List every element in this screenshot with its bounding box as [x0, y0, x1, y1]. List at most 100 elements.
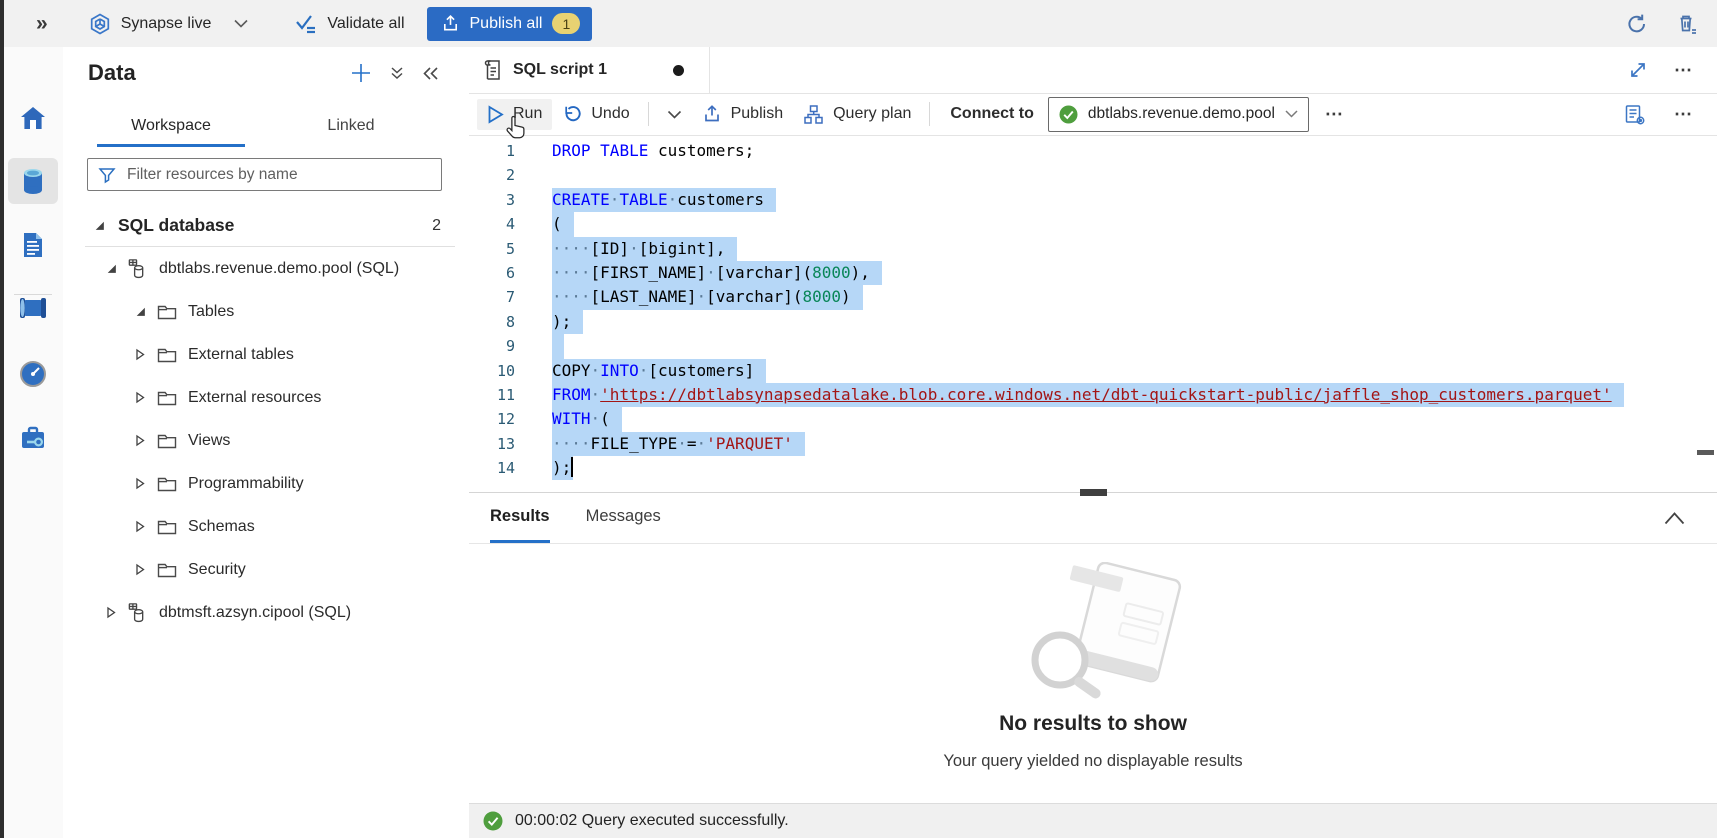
tab-label: SQL script 1	[513, 61, 607, 79]
tree-item-sql-database[interactable]: SQL database2	[63, 204, 469, 247]
nav-data-icon[interactable]	[8, 158, 58, 204]
properties-icon[interactable]	[1623, 103, 1646, 126]
scrollbar-cursor-marker[interactable]	[1697, 450, 1714, 455]
empty-results-subtitle: Your query yielded no displayable result…	[469, 752, 1717, 771]
code-line-3[interactable]: 3CREATE·TABLE·customers	[469, 188, 1717, 212]
tree-item-label: Programmability	[188, 475, 304, 493]
nav-monitor-icon[interactable]	[8, 300, 58, 344]
line-number: 4	[469, 212, 515, 236]
twisty-collapsed-icon[interactable]	[133, 434, 147, 448]
folder-icon	[155, 515, 178, 538]
publish-all-button[interactable]: Publish all 1	[427, 7, 593, 41]
resource-filter	[87, 158, 442, 191]
line-content: ····[FIRST_NAME]·[varchar](8000),	[552, 261, 882, 285]
tab-sql-script-1[interactable]: SQL script 1	[469, 47, 710, 93]
connect-to-label: Connect to	[950, 105, 1034, 123]
connect-to-pool-dropdown[interactable]: dbtlabs.revenue.demo.pool	[1048, 97, 1309, 132]
sql-code-editor[interactable]: 1DROP TABLE customers;23CREATE·TABLE·cus…	[469, 135, 1717, 492]
tree-item-external-tables[interactable]: External tables	[63, 333, 469, 376]
line-content: COPY·INTO·[customers]	[552, 359, 766, 383]
expand-editor-icon[interactable]	[1628, 60, 1648, 80]
expand-menu-icon[interactable]: »	[36, 12, 48, 36]
synapse-live-icon	[88, 12, 112, 36]
tree-item-label: dbtlabs.revenue.demo.pool (SQL)	[159, 260, 399, 278]
code-line-5[interactable]: 5····[ID]·[bigint],	[469, 237, 1717, 261]
add-resource-icon[interactable]	[350, 62, 372, 84]
nav-monitor-icon[interactable]	[8, 351, 58, 397]
code-line-14[interactable]: 14);	[469, 456, 1717, 480]
query-plan-button[interactable]: Query plan	[793, 98, 921, 131]
data-panel-tabs: Workspace Linked	[63, 107, 469, 147]
tab-workspace[interactable]: Workspace	[97, 107, 245, 147]
run-options-chevron-icon[interactable]	[657, 104, 692, 125]
code-line-6[interactable]: 6····[FIRST_NAME]·[varchar](8000),	[469, 261, 1717, 285]
panel-splitter-handle[interactable]	[1080, 489, 1107, 496]
tab-results[interactable]: Results	[490, 493, 550, 543]
window-edge	[0, 0, 4, 838]
discard-all-icon[interactable]	[1675, 12, 1699, 36]
editor-more-icon[interactable]: ⋯	[1674, 104, 1695, 125]
code-line-9[interactable]: 9	[469, 334, 1717, 358]
unsaved-changes-dot	[673, 65, 684, 76]
code-line-8[interactable]: 8);	[469, 310, 1717, 334]
refresh-icon[interactable]	[1625, 12, 1649, 36]
twisty-expanded-icon[interactable]	[104, 262, 118, 276]
validate-all-button[interactable]: Validate all	[294, 13, 404, 35]
tree-item-external-resources[interactable]: External resources	[63, 376, 469, 419]
undo-button[interactable]: Undo	[552, 98, 639, 130]
code-line-4[interactable]: 4(	[469, 212, 1717, 236]
code-line-11[interactable]: 11FROM·'https://dbtlabsynapsedatalake.bl…	[469, 383, 1717, 407]
twisty-expanded-icon[interactable]	[133, 305, 147, 319]
twisty-collapsed-icon[interactable]	[133, 391, 147, 405]
code-line-10[interactable]: 10COPY·INTO·[customers]	[469, 359, 1717, 383]
tab-more-actions-icon[interactable]: ⋯	[1674, 60, 1695, 81]
folder-icon	[155, 343, 178, 366]
code-line-2[interactable]: 2	[469, 163, 1717, 187]
data-explorer-panel: Data Workspace Linked SQL database2dbtla…	[63, 47, 470, 838]
tree-item-tables[interactable]: Tables	[63, 290, 469, 333]
line-number: 7	[469, 285, 515, 309]
tab-linked[interactable]: Linked	[277, 107, 425, 147]
tree-item-dbtlabs-revenue-demo-pool-sql-[interactable]: dbtlabs.revenue.demo.pool (SQL)	[63, 247, 469, 290]
line-content: CREATE·TABLE·customers	[552, 188, 776, 212]
twisty-collapsed-icon[interactable]	[133, 520, 147, 534]
tree-item-security[interactable]: Security	[63, 548, 469, 591]
publish-count-badge: 1	[552, 13, 580, 34]
tree-item-programmability[interactable]: Programmability	[63, 462, 469, 505]
nav-develop-icon[interactable]	[8, 222, 58, 268]
code-line-12[interactable]: 12WITH·(	[469, 407, 1717, 431]
nav-home-icon[interactable]	[8, 95, 58, 141]
code-line-7[interactable]: 7····[LAST_NAME]·[varchar](8000)	[469, 285, 1717, 309]
tab-messages[interactable]: Messages	[586, 493, 661, 543]
twisty-collapsed-icon[interactable]	[133, 348, 147, 362]
nav-manage-icon[interactable]	[8, 415, 58, 461]
twisty-collapsed-icon[interactable]	[133, 563, 147, 577]
twisty-collapsed-icon[interactable]	[104, 606, 118, 620]
filter-input[interactable]	[125, 165, 431, 185]
tree-item-label: dbtmsft.azsyn.cipool (SQL)	[159, 604, 351, 622]
line-content: ····FILE_TYPE·=·'PARQUET'	[552, 432, 805, 456]
tree-item-label: Views	[188, 432, 230, 450]
selected-pool-name: dbtlabs.revenue.demo.pool	[1088, 105, 1275, 123]
folder-icon	[155, 558, 178, 581]
tree-item-dbtmsft-azsyn-cipool-sql-[interactable]: dbtmsft.azsyn.cipool (SQL)	[63, 591, 469, 634]
twisty-expanded-icon[interactable]	[92, 219, 106, 233]
tree-item-label: Schemas	[188, 518, 255, 536]
toolbar-separator	[929, 102, 930, 126]
code-line-13[interactable]: 13····FILE_TYPE·=·'PARQUET'	[469, 432, 1717, 456]
tree-item-views[interactable]: Views	[63, 419, 469, 462]
expand-all-icon[interactable]	[389, 65, 405, 81]
publish-button[interactable]: Publish	[692, 98, 793, 130]
tree-item-schemas[interactable]: Schemas	[63, 505, 469, 548]
code-line-1[interactable]: 1DROP TABLE customers;	[469, 139, 1717, 163]
environment-selector[interactable]: Synapse live	[88, 12, 249, 36]
collapse-panel-icon[interactable]	[422, 66, 439, 81]
connection-ok-icon	[1059, 105, 1078, 124]
toolbar-more-icon[interactable]: ⋯	[1325, 104, 1346, 125]
success-check-icon	[483, 811, 503, 831]
collapse-results-chevron-icon[interactable]	[1664, 512, 1685, 525]
query-plan-label: Query plan	[833, 105, 911, 123]
twisty-collapsed-icon[interactable]	[133, 477, 147, 491]
rail-divider	[14, 294, 52, 295]
line-number: 5	[469, 237, 515, 261]
